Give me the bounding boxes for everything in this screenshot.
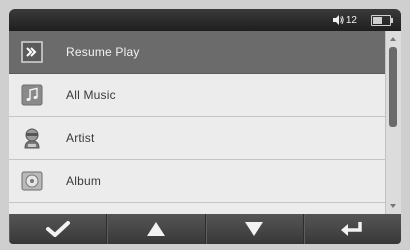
battery-fill [373,17,382,24]
up-arrow-icon [146,222,165,236]
music-note-icon [21,84,43,106]
up-button[interactable] [107,214,206,244]
battery-icon [371,15,393,26]
menu-item-resume-play[interactable]: Resume Play [9,31,385,74]
menu-item-artist[interactable]: Artist [9,117,385,160]
down-arrow-icon [245,222,264,236]
volume-level: 12 [345,14,357,26]
return-icon [341,222,363,236]
scroll-down-icon[interactable] [390,204,396,208]
scroll-up-icon[interactable] [390,37,396,41]
album-disc-icon [21,171,43,191]
menu-item-label: Album [66,174,102,188]
device-screen: 12 Resume Play All Music Artist Album [9,9,401,244]
confirm-button[interactable] [9,214,108,244]
scrollbar[interactable] [385,31,401,214]
speaker-icon [332,15,344,25]
status-bar: 12 [9,9,401,31]
menu-list: Resume Play All Music Artist Album [9,31,385,214]
menu-item-label: All Music [66,88,116,102]
menu-item-label: Artist [66,131,95,145]
down-button[interactable] [206,214,304,244]
bottom-toolbar [9,214,401,244]
menu-item-label: Resume Play [66,45,140,59]
scroll-thumb[interactable] [389,47,397,127]
volume-indicator: 12 [332,13,357,27]
resume-play-icon [21,41,43,63]
menu-item-album[interactable]: Album [9,160,385,203]
return-button[interactable] [304,214,401,244]
menu-item-all-music[interactable]: All Music [9,74,385,117]
checkmark-icon [45,221,70,237]
artist-icon [24,128,40,149]
